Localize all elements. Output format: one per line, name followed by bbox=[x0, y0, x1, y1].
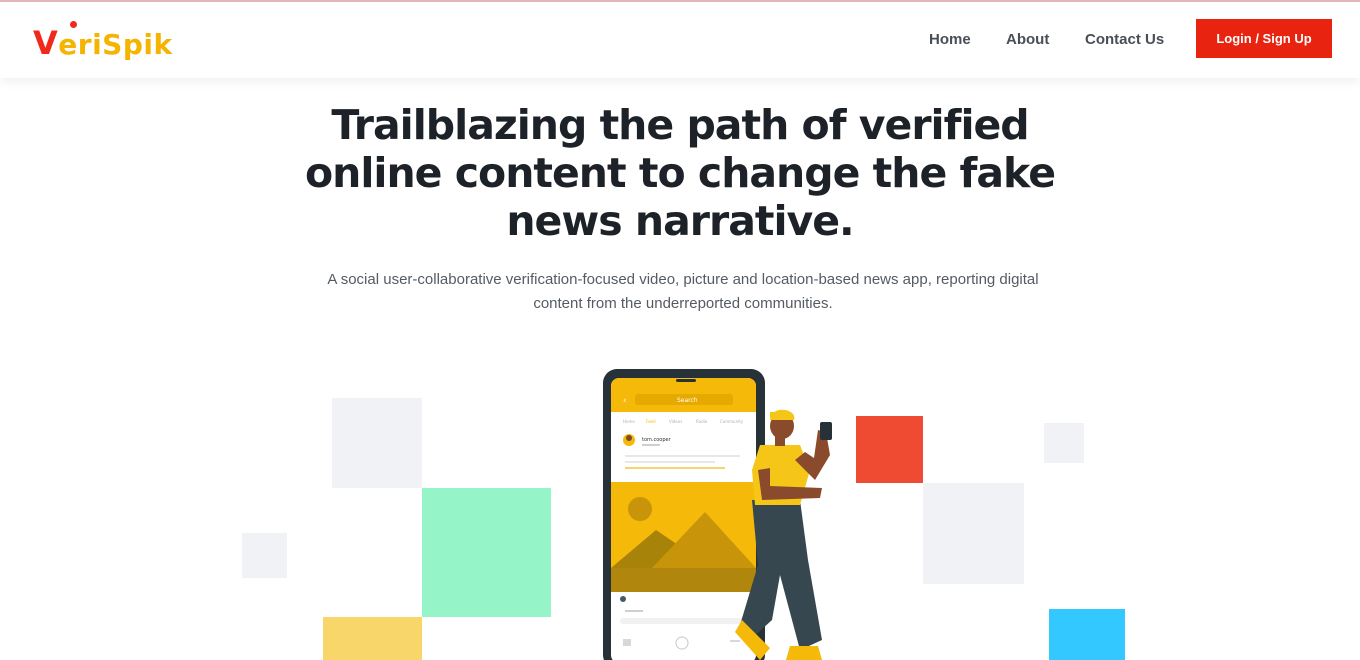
phone-tab-3: Videos bbox=[669, 419, 682, 424]
deco-square-green bbox=[422, 488, 551, 617]
logo[interactable]: Veri Spik bbox=[33, 19, 173, 59]
login-signup-button[interactable]: Login / Sign Up bbox=[1196, 19, 1332, 58]
phone-search-text: Search bbox=[677, 397, 698, 404]
hero-title: Trailblazing the path of verified online… bbox=[304, 101, 1056, 245]
phone-screen bbox=[611, 378, 756, 660]
phone-tab-4: Radio bbox=[696, 419, 708, 424]
phone-notch bbox=[676, 379, 696, 382]
hero-illustration: Search ‹ Home Feed Videos Radio Communit… bbox=[0, 0, 1360, 660]
phone-person-illustration: Search ‹ Home Feed Videos Radio Communit… bbox=[603, 369, 832, 660]
nav-home[interactable]: Home bbox=[929, 31, 971, 48]
phone-tab-2: Feed bbox=[646, 419, 656, 424]
phone-tab-5: Community bbox=[720, 419, 744, 424]
held-phone bbox=[820, 422, 832, 440]
deco-square-gray-3 bbox=[923, 483, 1024, 584]
deco-square-gray-2 bbox=[242, 533, 287, 578]
post-avatar bbox=[623, 434, 635, 446]
navbar: Veri Spik Home About Contact Us Login / S… bbox=[0, 2, 1360, 78]
logo-letter-v: V bbox=[33, 24, 59, 62]
deco-square-red bbox=[856, 416, 923, 483]
phone-header bbox=[611, 378, 756, 412]
logo-dot bbox=[70, 21, 77, 28]
phone-search-bar bbox=[635, 394, 733, 405]
deco-square-yellow bbox=[323, 617, 422, 660]
phone-body bbox=[603, 369, 765, 660]
hero-subtitle: A social user-collaborative verification… bbox=[327, 271, 1039, 312]
back-icon: ‹ bbox=[623, 396, 627, 406]
deco-square-blue bbox=[1049, 609, 1125, 660]
logo-rest: eri bbox=[58, 28, 103, 61]
post-username: tom.cooper bbox=[642, 437, 672, 443]
home-nav-icon bbox=[675, 636, 689, 650]
deco-square-gray-1 bbox=[332, 398, 422, 488]
person-figure bbox=[735, 409, 832, 660]
sun-shape bbox=[628, 497, 652, 521]
nav-contact-us[interactable]: Contact Us bbox=[1085, 31, 1164, 48]
post-image bbox=[611, 482, 756, 592]
nav-about[interactable]: About bbox=[1006, 31, 1049, 48]
phone-tab-1: Home bbox=[623, 419, 635, 424]
deco-square-gray-4 bbox=[1044, 423, 1084, 463]
